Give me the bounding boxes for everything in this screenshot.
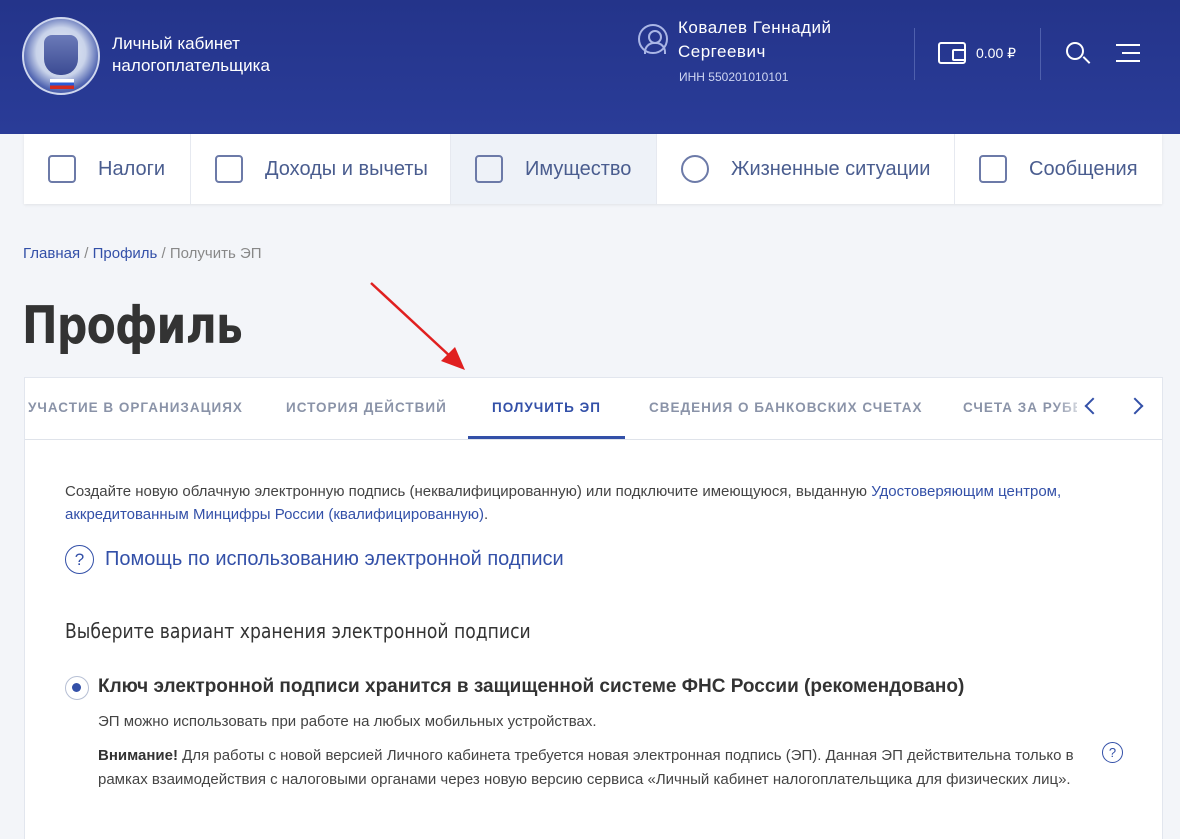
- intro-body: Создайте новую облачную электронную подп…: [65, 483, 872, 500]
- envelope-icon: [979, 155, 1007, 183]
- user-inn: ИНН 550201010101: [679, 70, 789, 84]
- breadcrumb-profile[interactable]: Профиль: [93, 245, 158, 262]
- question-icon: ?: [65, 545, 94, 574]
- storage-option-radio[interactable]: [65, 676, 89, 700]
- chevron-right-icon[interactable]: [1126, 397, 1144, 415]
- ruble-document-icon: [215, 155, 243, 183]
- brand-title[interactable]: Личный кабинет налогоплательщика: [112, 33, 270, 77]
- tab-get-signature[interactable]: ПОЛУЧИТЬ ЭП: [492, 400, 601, 415]
- brand-line-2: налогоплательщика: [112, 56, 270, 75]
- main-nav: Налоги Доходы и вычеты Имущество Жизненн…: [24, 134, 1162, 204]
- storage-option-title[interactable]: Ключ электронной подписи хранится в защи…: [98, 676, 964, 698]
- active-tab-indicator: [468, 436, 625, 439]
- divider: [914, 28, 915, 80]
- breadcrumb-separator: /: [157, 245, 170, 262]
- warning-text: Внимание! Для работы с новой версией Лич…: [98, 744, 1088, 791]
- nav-item-property[interactable]: Имущество: [451, 134, 657, 204]
- nav-item-income[interactable]: Доходы и вычеты: [191, 134, 451, 204]
- breadcrumb-home[interactable]: Главная: [23, 245, 80, 262]
- brand-line-1: Личный кабинет: [112, 34, 240, 53]
- flag-icon: [50, 79, 74, 89]
- intro-end: .: [484, 506, 489, 523]
- storage-option-description: ЭП можно использовать при работе на любы…: [98, 713, 597, 730]
- search-icon[interactable]: [1066, 42, 1084, 60]
- nav-item-life-situations[interactable]: Жизненные ситуации: [657, 134, 955, 204]
- breadcrumb-separator: /: [80, 245, 93, 262]
- page-title: Профиль: [22, 296, 243, 356]
- profile-tabs: УЧАСТИЕ В ОРГАНИЗАЦИЯХ ИСТОРИЯ ДЕЙСТВИЙ …: [25, 378, 1162, 440]
- divider: [1040, 28, 1041, 80]
- tab-history[interactable]: ИСТОРИЯ ДЕЙСТВИЙ: [286, 400, 447, 415]
- calculator-icon: [48, 155, 76, 183]
- nav-item-taxes[interactable]: Налоги: [24, 134, 191, 204]
- nav-item-label: Доходы и вычеты: [265, 157, 428, 180]
- intro-text: Создайте новую облачную электронную подп…: [65, 480, 1075, 526]
- house-icon: [475, 155, 503, 183]
- nav-item-label: Налоги: [98, 157, 166, 180]
- eagle-emblem-icon: [44, 35, 78, 75]
- wallet-icon[interactable]: [938, 42, 966, 64]
- storage-heading: Выберите вариант хранения электронной по…: [65, 619, 531, 643]
- user-avatar-icon[interactable]: [638, 24, 668, 54]
- nav-item-label: Имущество: [525, 157, 632, 180]
- warning-body: Для работы с новой версией Личного кабин…: [98, 747, 1074, 788]
- user-name-line-1: Ковалев Геннадий: [678, 18, 832, 37]
- person-ideas-icon: [681, 155, 709, 183]
- warning-label: Внимание!: [98, 747, 178, 764]
- hamburger-menu-icon[interactable]: [1116, 44, 1140, 62]
- nav-item-label: Жизненные ситуации: [731, 157, 931, 180]
- balance[interactable]: 0.00 ₽: [976, 45, 1016, 62]
- fns-logo[interactable]: [22, 17, 100, 95]
- header: Личный кабинет налогоплательщика Ковалев…: [0, 0, 1180, 134]
- question-icon[interactable]: ?: [1102, 742, 1123, 763]
- tab-bank-accounts[interactable]: СВЕДЕНИЯ О БАНКОВСКИХ СЧЕТАХ: [649, 400, 922, 415]
- user-name[interactable]: Ковалев Геннадий Сергеевич: [678, 16, 878, 64]
- user-name-line-2: Сергеевич: [678, 42, 766, 61]
- help-link-label: Помощь по использованию электронной подп…: [105, 548, 564, 570]
- profile-card: УЧАСТИЕ В ОРГАНИЗАЦИЯХ ИСТОРИЯ ДЕЙСТВИЙ …: [24, 377, 1163, 839]
- tab-scroll-controls: [1077, 378, 1162, 438]
- chevron-left-icon[interactable]: [1084, 397, 1102, 415]
- nav-item-label: Сообщения: [1029, 157, 1138, 180]
- signature-help-link[interactable]: ? Помощь по использованию электронной по…: [65, 545, 564, 574]
- nav-item-messages[interactable]: Сообщения: [955, 134, 1162, 204]
- tab-organizations[interactable]: УЧАСТИЕ В ОРГАНИЗАЦИЯХ: [28, 400, 243, 415]
- breadcrumb-current: Получить ЭП: [169, 245, 262, 262]
- breadcrumb: Главная / Профиль / Получить ЭП: [23, 245, 262, 262]
